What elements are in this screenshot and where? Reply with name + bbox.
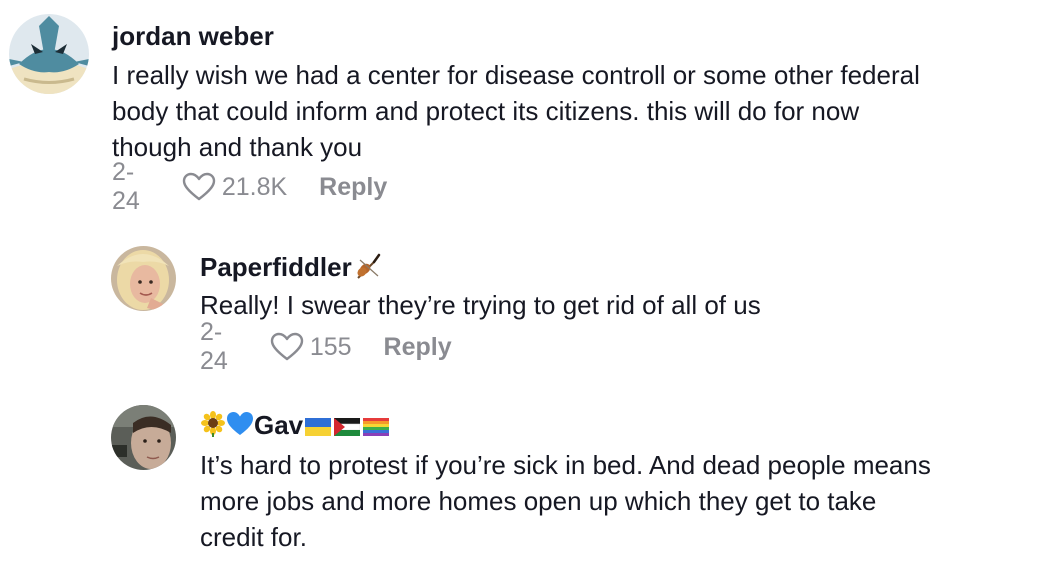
violin-emoji-icon (354, 252, 382, 286)
avatar-image (111, 246, 176, 311)
username[interactable]: Gav (200, 410, 390, 443)
sunflower-emoji-icon (200, 411, 226, 443)
comment-text-line: Really! I swear they’re trying to get ri… (200, 290, 761, 320)
like-count: 155 (309, 332, 352, 361)
comment-text: I really wish we had a center for diseas… (112, 57, 920, 165)
blue-heart-emoji-icon (226, 411, 254, 443)
username-text: Gav (254, 410, 304, 440)
avatar[interactable] (111, 246, 176, 311)
like-button[interactable]: 21.8K (182, 172, 287, 202)
ukraine-flag-icon (305, 412, 332, 442)
comment-text: It’s hard to protest if you’re sick in b… (200, 447, 931, 555)
avatar-image (9, 14, 89, 94)
avatar[interactable] (111, 405, 176, 470)
palestine-flag-icon (333, 412, 361, 442)
username[interactable]: jordan weber (112, 21, 274, 51)
like-count: 21.8K (221, 172, 288, 201)
comment-text-line: credit for. (200, 522, 307, 552)
like-button[interactable]: 155 (270, 332, 352, 362)
avatar[interactable] (9, 14, 89, 94)
username-text: Paperfiddler (200, 252, 352, 282)
comment-text: Really! I swear they’re trying to get ri… (200, 287, 761, 323)
avatar-image (111, 405, 176, 470)
heart-icon (270, 332, 304, 361)
comment-date: 2-24 (200, 318, 228, 375)
comment-text-line: more jobs and more homes open up which t… (200, 486, 877, 516)
comment-text-line: I really wish we had a center for diseas… (112, 60, 920, 90)
reply-button[interactable]: Reply (384, 333, 452, 362)
username[interactable]: Paperfiddler (200, 252, 382, 286)
reply-button[interactable]: Reply (319, 173, 387, 202)
rainbow-flag-icon (363, 412, 390, 442)
comment-text-line: It’s hard to protest if you’re sick in b… (200, 450, 931, 480)
comment-meta: 2-24 155 Reply (200, 318, 452, 375)
comment-text-line: body that could inform and protect its c… (112, 96, 860, 126)
comment-meta: 2-24 21.8K Reply (112, 158, 387, 215)
heart-icon (182, 172, 216, 201)
comment-text-line: though and thank you (112, 132, 363, 162)
comment-date: 2-24 (112, 158, 140, 215)
